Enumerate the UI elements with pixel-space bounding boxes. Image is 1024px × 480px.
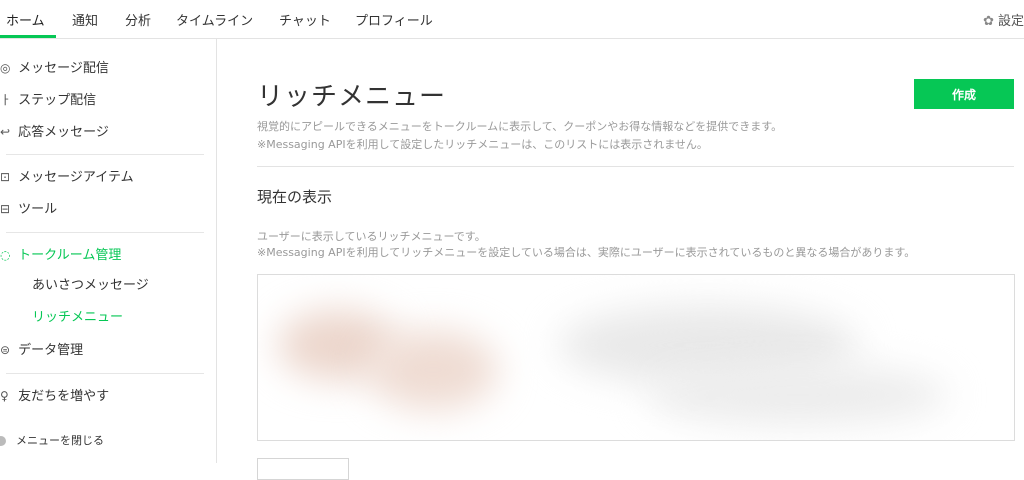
close-menu-icon <box>0 436 6 446</box>
sidebar-item-label: 応答メッセージ <box>18 125 109 140</box>
sidebar-item-broadcast[interactable]: ◎ メッセージ配信 <box>0 55 109 81</box>
page-description-line1: 視覚的にアピールできるメニューをトークルームに表示して、クーポンやお得な情報など… <box>257 120 783 133</box>
top-nav: ホーム 通知 分析 タイムライン チャット プロフィール ✿ 設定 <box>0 0 1024 39</box>
tab-profile[interactable]: プロフィール <box>355 10 433 29</box>
tab-analytics[interactable]: 分析 <box>125 10 151 29</box>
close-menu-button[interactable]: メニューを閉じる <box>0 432 104 448</box>
section-divider <box>257 166 1014 167</box>
sidebar-subitem-greeting[interactable]: あいさつメッセージ <box>32 273 149 299</box>
change-display-button[interactable] <box>257 458 349 480</box>
sidebar-item-step[interactable]: ㅏ ステップ配信 <box>0 87 96 113</box>
message-item-icon: ⊡ <box>0 170 11 184</box>
tool-icon: ⊟ <box>0 202 11 216</box>
sidebar-item-message-items[interactable]: ⊡ メッセージアイテム <box>0 164 134 190</box>
add-friend-icon: ♀ <box>0 389 9 403</box>
settings-link[interactable]: ✿ 設定 <box>983 10 1024 29</box>
sidebar-item-label: データ管理 <box>18 343 84 358</box>
sidebar-item-add-friends[interactable]: ♀ 友だちを増やす <box>0 383 109 409</box>
settings-label: 設定 <box>997 14 1024 29</box>
reply-icon: ↩ <box>0 125 11 139</box>
page-title: リッチメニュー <box>257 82 447 112</box>
broadcast-icon: ◎ <box>0 61 11 75</box>
sidebar-item-label: ステップ配信 <box>18 93 97 108</box>
sidebar-item-reply[interactable]: ↩ 応答メッセージ <box>0 119 109 145</box>
active-tab-indicator <box>0 35 56 38</box>
talkroom-icon: ◌ <box>0 248 11 262</box>
blurred-image-area <box>648 365 948 425</box>
sidebar-divider <box>6 373 204 374</box>
tab-home[interactable]: ホーム <box>6 10 45 29</box>
sidebar-item-label: メッセージアイテム <box>18 170 134 185</box>
section-description-line2: ※Messaging APIを利用してリッチメニューを設定している場合は、実際に… <box>257 246 916 259</box>
sidebar: ◎ メッセージ配信 ㅏ ステップ配信 ↩ 応答メッセージ ⊡ メッセージアイテム… <box>0 39 217 463</box>
sidebar-item-label: メッセージ配信 <box>18 61 109 76</box>
gear-icon: ✿ <box>983 14 994 29</box>
data-icon: ⊜ <box>0 343 11 357</box>
create-button[interactable]: 作成 <box>914 79 1014 109</box>
sidebar-subitem-richmenu[interactable]: リッチメニュー <box>32 305 123 331</box>
section-description-line1: ユーザーに表示しているリッチメニューです。 <box>257 230 486 243</box>
tab-timeline[interactable]: タイムライン <box>176 10 253 29</box>
sidebar-item-tools[interactable]: ⊟ ツール <box>0 196 57 222</box>
tab-chat[interactable]: チャット <box>279 10 331 29</box>
section-title: 現在の表示 <box>257 188 333 206</box>
step-icon: ㅏ <box>0 93 12 107</box>
page-description-line2: ※Messaging APIを利用して設定したリッチメニューは、このリストには表… <box>257 138 708 151</box>
sidebar-item-label: ツール <box>18 202 58 217</box>
richmenu-preview[interactable] <box>257 274 1015 441</box>
sidebar-item-label: トークルーム管理 <box>18 248 122 263</box>
sidebar-divider <box>6 232 204 233</box>
close-menu-label: メニューを閉じる <box>16 434 104 447</box>
sidebar-item-talkroom[interactable]: ◌ トークルーム管理 <box>0 242 121 268</box>
sidebar-divider <box>6 154 204 155</box>
tab-notifications[interactable]: 通知 <box>72 10 98 29</box>
blurred-image-area <box>368 330 498 410</box>
sidebar-item-label: 友だちを増やす <box>18 389 110 404</box>
sidebar-item-data[interactable]: ⊜ データ管理 <box>0 337 83 363</box>
